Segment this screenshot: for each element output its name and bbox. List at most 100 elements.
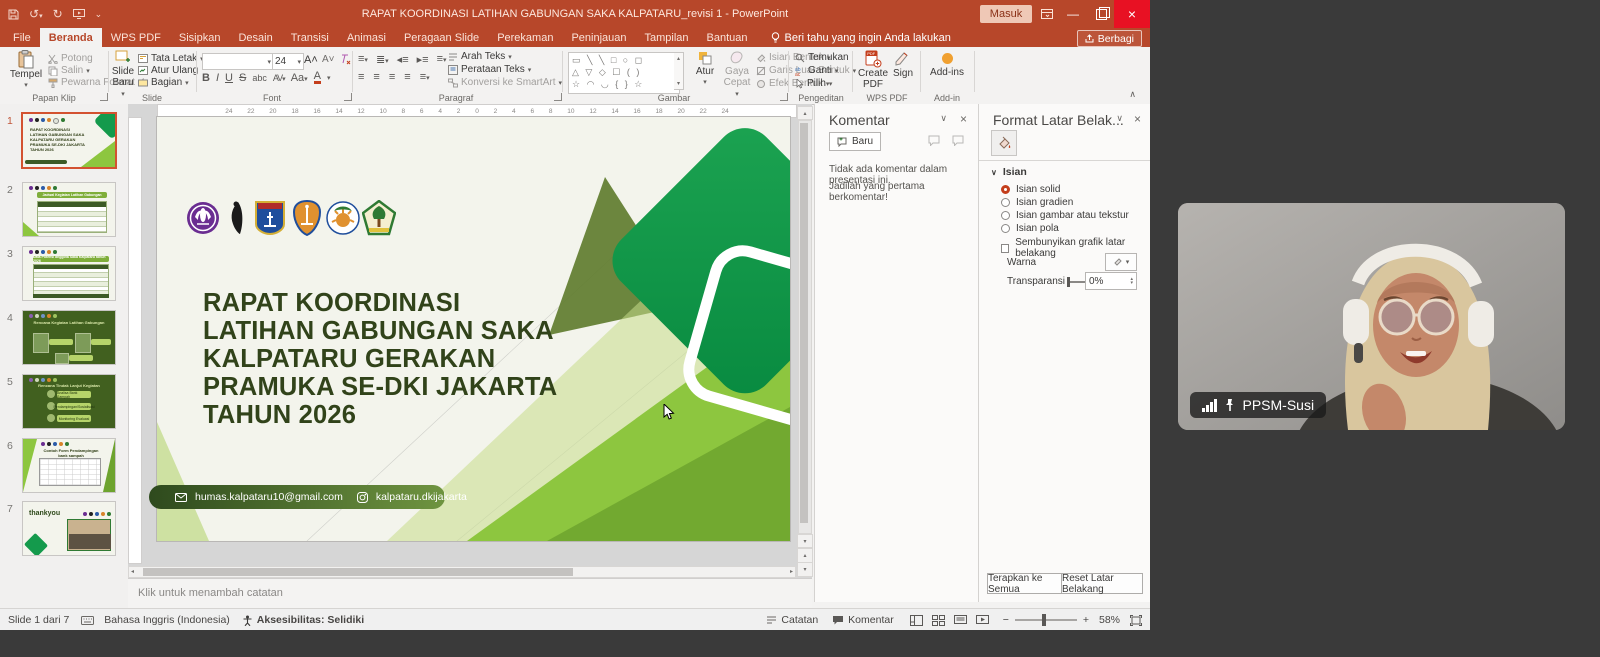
webcam-video-tile[interactable]: PPSM-Susi [1178, 203, 1565, 430]
cut-button[interactable]: Potong [48, 53, 93, 64]
previous-comment-icon[interactable] [928, 135, 941, 146]
shapes-gallery-scroll[interactable]: ▴▾ [674, 52, 684, 90]
arrange-button[interactable]: Atur▾ [690, 50, 720, 88]
format-panel-close-icon[interactable]: × [1134, 112, 1141, 126]
notes-pane[interactable]: Klik untuk menambah catatan [128, 578, 812, 609]
addins-button[interactable]: Add-ins [928, 50, 966, 78]
contact-bar[interactable]: humas.kalpataru10@gmail.com kalpataru.dk… [149, 485, 445, 509]
align-right-icon[interactable]: ≡ [389, 71, 395, 83]
underline-icon[interactable]: U [225, 72, 233, 84]
slide-7-thumbnail[interactable]: thankyou [22, 501, 116, 556]
scroll-left-icon[interactable]: ◂ [131, 568, 134, 575]
keyboard-icon[interactable] [81, 616, 94, 625]
close-button[interactable]: × [1114, 0, 1150, 28]
text-direction-button[interactable]: Arah Teks▾ [448, 51, 512, 62]
reset-background-button[interactable]: Reset Latar Belakang [1061, 573, 1143, 594]
copy-button[interactable]: Salin▾ [48, 65, 90, 76]
ribbon-display-options-icon[interactable] [1036, 0, 1058, 28]
radio-picture-fill[interactable]: Isian gambar atau tekstur [1001, 210, 1129, 221]
zoom-in-icon[interactable]: + [1083, 614, 1089, 626]
scroll-up-button[interactable]: ▴ [797, 106, 813, 120]
slide-5-thumbnail[interactable]: Rencana Tindak Lanjut Kegiatan Analisa B… [22, 374, 116, 429]
language-indicator[interactable]: Bahasa Inggris (Indonesia) [104, 614, 230, 626]
horizontal-scrollbar[interactable]: ◂ ▸ [128, 566, 796, 578]
zoom-level[interactable]: 58% [1099, 614, 1120, 626]
restore-button[interactable] [1088, 0, 1114, 28]
slide-counter[interactable]: Slide 1 dari 7 [8, 614, 69, 626]
slide-4-thumbnail[interactable]: Rencana Kegiatan Latihan Gabungan [22, 310, 116, 365]
shrink-font-icon[interactable]: A˅ [322, 54, 335, 65]
bullets-icon[interactable]: ≡▾ [358, 53, 368, 66]
font-dialog-launcher[interactable] [344, 93, 352, 101]
scroll-down-button[interactable]: ▾ [797, 534, 813, 548]
bold-icon[interactable]: B [202, 72, 210, 84]
tab-sisipkan[interactable]: Sisipkan [170, 28, 230, 47]
fill-tab-icon[interactable] [991, 130, 1017, 156]
slide-6-thumbnail[interactable]: Contoh Form Pendampingan bank sampah [22, 438, 116, 493]
slide-2-thumbnail[interactable]: Jadwal Kegiatan Latihan Gabungan [22, 182, 116, 237]
slide-canvas[interactable]: RAPAT KOORDINASI LATIHAN GABUNGAN SAKA K… [157, 117, 790, 541]
tab-desain[interactable]: Desain [229, 28, 281, 47]
notes-placeholder[interactable]: Klik untuk menambah catatan [138, 587, 283, 599]
clipboard-dialog-launcher[interactable] [100, 93, 108, 101]
redo-icon[interactable]: ↻ [53, 7, 63, 21]
numbering-icon[interactable]: ≣▾ [376, 53, 389, 66]
tab-file[interactable]: File [4, 28, 40, 47]
tab-transisi[interactable]: Transisi [282, 28, 338, 47]
minimize-button[interactable]: — [1060, 0, 1086, 28]
convert-smartart-button[interactable]: Konversi ke SmartArt▾ [448, 77, 562, 88]
strikethrough-icon[interactable]: S [239, 72, 246, 84]
slide-1-thumbnail[interactable]: RAPAT KOORDINASILATIHAN GABUNGAN SAKAKAL… [21, 112, 117, 169]
previous-slide-button[interactable]: ▴ [797, 548, 813, 563]
clear-formatting-icon[interactable] [340, 54, 351, 65]
format-panel-chevron-icon[interactable]: ∨ [1116, 113, 1123, 124]
change-case-icon[interactable]: Aa▾ [291, 72, 308, 84]
text-shadow-icon[interactable]: abc [252, 73, 267, 83]
radio-pattern-fill[interactable]: Isian pola [1001, 223, 1059, 234]
zoom-slider[interactable] [1015, 619, 1077, 621]
tab-animasi[interactable]: Animasi [338, 28, 395, 47]
increase-indent-icon[interactable]: ▸≡ [417, 53, 429, 66]
new-comment-button[interactable]: Baru [829, 132, 881, 151]
comments-panel-chevron-icon[interactable]: ∨ [940, 113, 947, 124]
slide-3-thumbnail[interactable]: Data Potensi anggota Saka Kalpataru tahu… [22, 246, 116, 301]
apply-to-all-button[interactable]: Terapkan ke Semua [987, 573, 1063, 594]
line-spacing-icon[interactable]: ≡▾ [437, 53, 447, 66]
fit-to-window-icon[interactable] [1130, 615, 1142, 626]
vertical-scrollbar[interactable] [798, 120, 812, 534]
paste-button[interactable]: Tempel▾ [8, 50, 44, 91]
notes-toggle[interactable]: Catatan [766, 614, 818, 626]
normal-view-icon[interactable] [910, 615, 923, 626]
columns-icon[interactable]: ≡▾ [420, 71, 430, 83]
tab-beranda[interactable]: Beranda [40, 28, 102, 47]
justify-icon[interactable]: ≡ [404, 71, 410, 83]
tab-wps-pdf[interactable]: WPS PDF [102, 28, 170, 47]
align-left-icon[interactable]: ≡ [358, 71, 364, 83]
slide-title[interactable]: RAPAT KOORDINASI LATIHAN GABUNGAN SAKA K… [203, 289, 643, 429]
customize-qat-icon[interactable]: ⌄ [95, 9, 103, 20]
find-button[interactable]: Temukan [795, 52, 849, 63]
shapes-gallery[interactable]: ▭ ╲ ╲ □ ○ ◻ △ ▽ ◇ ☐ ( ) ☆ ◠ ◡ { } ☆ [568, 52, 680, 94]
align-center-icon[interactable]: ≡ [373, 71, 379, 83]
color-dropdown[interactable]: ▾ [1105, 253, 1137, 271]
transparency-spinner[interactable]: 0% ▴▾ [1085, 272, 1137, 290]
reading-view-icon[interactable] [954, 615, 967, 626]
drawing-dialog-launcher[interactable] [780, 93, 788, 101]
section-button[interactable]: Bagian▾ [138, 77, 189, 88]
undo-icon[interactable]: ↺▾ [29, 7, 43, 21]
vertical-ruler[interactable] [128, 117, 142, 564]
layout-button[interactable]: Tata Letak▾ [138, 53, 204, 64]
tab-tampilan[interactable]: Tampilan [636, 28, 698, 47]
fill-section-header[interactable]: ∨Isian [991, 166, 1027, 178]
radio-solid-fill[interactable]: Isian solid [1001, 184, 1060, 195]
create-pdf-button[interactable]: PDF CreatePDF [858, 50, 888, 90]
replace-button[interactable]: abacGanti▾ [795, 65, 838, 76]
select-button[interactable]: Pilih▾ [795, 78, 832, 89]
next-slide-button[interactable]: ▾ [797, 562, 813, 577]
decrease-indent-icon[interactable]: ◂≡ [397, 53, 409, 66]
tab-peninjauan[interactable]: Peninjauan [562, 28, 635, 47]
comments-panel-close-icon[interactable]: × [960, 112, 967, 126]
share-button[interactable]: Berbagi [1077, 30, 1142, 47]
font-name-combo[interactable]: ▾ [202, 53, 274, 70]
tab-bantuan[interactable]: Bantuan [698, 28, 757, 47]
